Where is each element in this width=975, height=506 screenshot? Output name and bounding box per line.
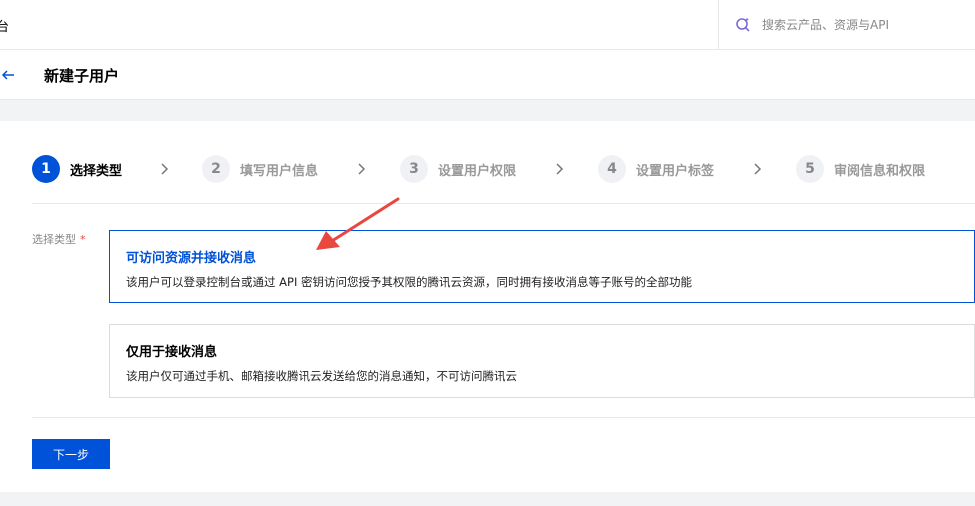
step-5[interactable]: 5 审阅信息和权限 xyxy=(796,155,925,183)
option-description: 该用户可以登录控制台或通过 API 密钥访问您授予其权限的腾讯云资源，同时拥有接… xyxy=(126,275,692,289)
top-navbar: 台 搜索云产品、资源与API xyxy=(0,0,975,50)
step-label: 审阅信息和权限 xyxy=(834,163,926,179)
option-title: 仅用于接收消息 xyxy=(126,345,218,360)
page-title: 新建子用户 xyxy=(44,67,120,85)
arrow-left-icon[interactable] xyxy=(0,67,16,83)
step-label: 设置用户权限 xyxy=(438,163,517,179)
page-header: 新建子用户 xyxy=(0,50,975,100)
search-sparkle-icon xyxy=(736,17,750,32)
chevron-right-icon xyxy=(161,163,169,175)
search-placeholder[interactable]: 搜索云产品、资源与API xyxy=(762,16,889,33)
chevron-right-icon xyxy=(556,163,564,175)
step-number: 2 xyxy=(202,155,230,183)
console-brand-fragment[interactable]: 台 xyxy=(0,16,9,35)
chevron-right-icon xyxy=(358,163,366,175)
required-mark: * xyxy=(80,233,86,246)
option-title: 可访问资源并接收消息 xyxy=(126,251,257,266)
step-3[interactable]: 3 设置用户权限 xyxy=(400,155,516,183)
divider xyxy=(32,417,975,418)
step-label: 填写用户信息 xyxy=(240,163,319,179)
next-button[interactable]: 下一步 xyxy=(32,439,110,469)
step-number: 3 xyxy=(400,155,428,183)
wizard-steps: 1 选择类型 2 填写用户信息 3 设置用户权限 4 设置用户标签 5 审阅信息… xyxy=(32,155,975,183)
step-1[interactable]: 1 选择类型 xyxy=(32,155,122,183)
type-label-text: 选择类型 xyxy=(32,233,76,246)
option-description: 该用户仅可通过手机、邮箱接收腾讯云发送给您的消息通知，不可访问腾讯云 xyxy=(126,369,517,383)
step-4[interactable]: 4 设置用户标签 xyxy=(598,155,714,183)
divider xyxy=(32,203,975,204)
global-search[interactable]: 搜索云产品、资源与API xyxy=(718,0,975,49)
create-user-panel: 1 选择类型 2 填写用户信息 3 设置用户权限 4 设置用户标签 5 审阅信息… xyxy=(0,121,975,492)
step-2[interactable]: 2 填写用户信息 xyxy=(202,155,318,183)
step-number: 1 xyxy=(32,155,60,183)
step-label: 选择类型 xyxy=(70,163,123,179)
step-label: 设置用户标签 xyxy=(636,163,715,179)
option-messages-only[interactable]: 仅用于接收消息 该用户仅可通过手机、邮箱接收腾讯云发送给您的消息通知，不可访问腾… xyxy=(109,324,975,398)
step-number: 5 xyxy=(796,155,824,183)
option-access-and-messages[interactable]: 可访问资源并接收消息 该用户可以登录控制台或通过 API 密钥访问您授予其权限的… xyxy=(109,230,975,303)
type-field-label: 选择类型 * xyxy=(32,231,86,247)
step-number: 4 xyxy=(598,155,626,183)
chevron-right-icon xyxy=(754,163,762,175)
